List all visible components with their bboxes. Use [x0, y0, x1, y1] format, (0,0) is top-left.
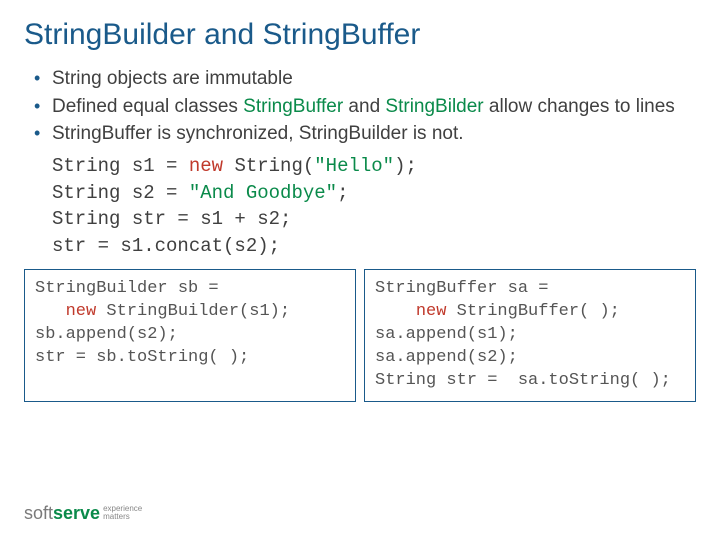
stringbuilder-box: StringBuilder sb = new StringBuilder(s1)…	[24, 269, 356, 402]
code-snippet: String s1 = new String("Hello"); String …	[24, 153, 696, 259]
logo-soft: soft	[24, 503, 53, 523]
class-name: StringBilder	[385, 96, 483, 117]
logo: softserveexperiencematters	[24, 503, 142, 524]
bullet-item: StringBuffer is synchronized, StringBuil…	[30, 121, 696, 147]
stringbuffer-box: StringBuffer sa = new StringBuffer( ); s…	[364, 269, 696, 402]
logo-serve: serve	[53, 503, 100, 523]
bullet-item: Defined equal classes StringBuffer and S…	[30, 94, 696, 120]
code-boxes-row: StringBuilder sb = new StringBuilder(s1)…	[24, 269, 696, 402]
class-name: StringBuffer	[243, 96, 343, 117]
bullet-item: String objects are immutable	[30, 66, 696, 92]
slide-title: StringBuilder and StringBuffer	[24, 18, 696, 52]
logo-tagline: experiencematters	[103, 505, 142, 521]
bullet-list: String objects are immutable Defined equ…	[24, 66, 696, 147]
